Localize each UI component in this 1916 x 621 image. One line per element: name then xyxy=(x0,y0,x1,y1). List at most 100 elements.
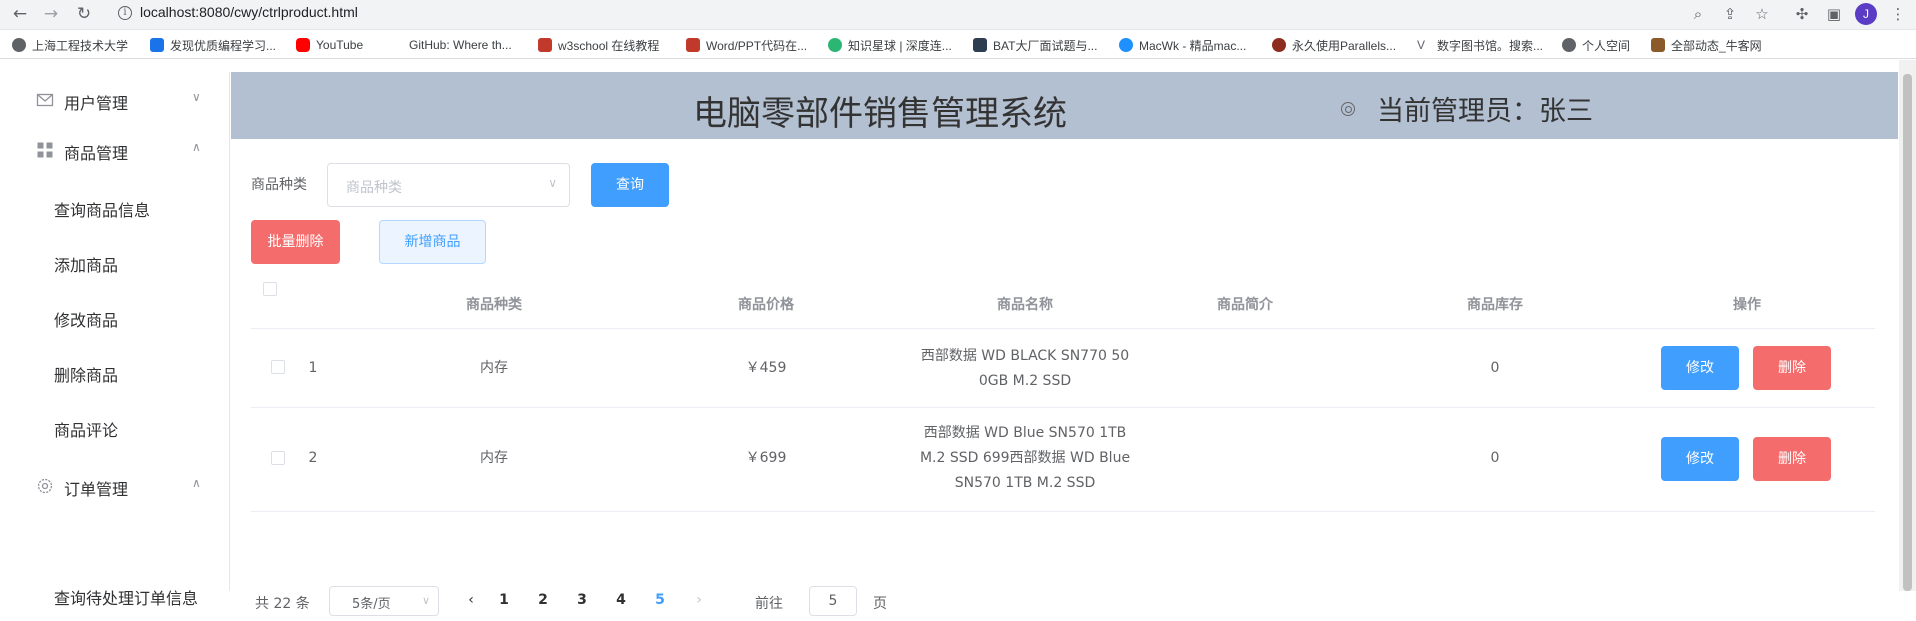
parallels-icon xyxy=(1272,38,1286,52)
menu-order-management[interactable]: 订单管理 ∧ xyxy=(8,458,230,514)
bookmark-10[interactable]: 永久使用Parallels... xyxy=(1272,37,1396,53)
bookmark-9[interactable]: MacWk - 精品mac... xyxy=(1119,37,1246,53)
bookmark-7[interactable]: 知识星球 | 深度连... xyxy=(828,37,952,53)
current-admin-label: 当前管理员：张三 xyxy=(1377,96,1593,127)
row-price: ￥699 xyxy=(745,450,787,466)
bookmark-5[interactable]: w3school 在线教程 xyxy=(538,37,659,53)
add-product-button[interactable]: 新增商品 xyxy=(379,220,486,264)
batch-delete-button[interactable]: 批量删除 xyxy=(251,220,340,264)
row-category: 内存 xyxy=(480,360,508,376)
bookmark-star-icon[interactable]: ☆ xyxy=(1752,4,1772,24)
page-3[interactable]: 3 xyxy=(572,592,592,608)
next-page-icon[interactable]: › xyxy=(689,592,709,608)
github-icon xyxy=(389,38,403,52)
query-button[interactable]: 查询 xyxy=(591,163,669,207)
globe-icon xyxy=(1562,38,1576,52)
edit-button[interactable]: 修改 xyxy=(1661,437,1739,481)
bookmark-2[interactable]: 发现优质编程学习... xyxy=(150,37,276,53)
menu-kebab-icon[interactable]: ⋮ xyxy=(1888,4,1908,24)
bookmark-3[interactable]: YouTube xyxy=(296,37,363,53)
row-name: 西部数据 WD Blue SN570 1TB M.2 SSD 699西部数据 W… xyxy=(905,421,1145,496)
sidebar-item-add-product[interactable]: 添加商品 xyxy=(8,238,230,288)
page-scrollbar-thumb[interactable] xyxy=(1903,74,1912,591)
row-stock: 0 xyxy=(1490,450,1500,466)
category-select-placeholder: 商品种类 xyxy=(346,180,402,196)
bookmark-13[interactable]: 全部动态_牛客网 xyxy=(1651,37,1762,53)
code-icon xyxy=(150,38,164,52)
page-2[interactable]: 2 xyxy=(533,592,553,608)
row-name-line: 0GB M.2 SSD xyxy=(978,373,1072,389)
menu-order-management-label: 订单管理 xyxy=(64,480,129,499)
app-root: 用户管理 ∨ 商品管理 ∧ 查询商品信息 添加商品 修改商品 删除商品 商品评论… xyxy=(0,60,1916,616)
row-name-line: SN570 1TB M.2 SSD xyxy=(954,475,1096,491)
admin-gear-icon xyxy=(1341,102,1355,116)
extensions-icon[interactable]: ✣ xyxy=(1792,4,1812,24)
sidebar-item-pending-orders[interactable]: 查询待处理订单信息 xyxy=(8,571,230,621)
menu-user-management-label: 用户管理 xyxy=(64,94,129,113)
side-panel-icon[interactable]: ▣ xyxy=(1824,4,1844,24)
sidebar-item-edit-product[interactable]: 修改商品 xyxy=(8,293,230,343)
sidebar-item-product-comments[interactable]: 商品评论 xyxy=(8,403,230,453)
table-row: 2 内存 ￥699 西部数据 WD Blue SN570 1TB M.2 SSD… xyxy=(251,408,1875,512)
bookmark-1[interactable]: 上海工程技术大学 xyxy=(12,37,128,53)
menu-product-management[interactable]: 商品管理 ∧ xyxy=(8,122,230,178)
column-header-price: 商品价格 xyxy=(738,297,794,313)
page-1[interactable]: 1 xyxy=(494,592,514,608)
bookmark-12[interactable]: 个人空间 xyxy=(1562,37,1630,53)
row-id: 1 xyxy=(308,360,318,376)
document-icon xyxy=(686,38,700,52)
bookmark-11[interactable]: V 数字图书馆。搜索... xyxy=(1417,37,1543,53)
bookmark-8[interactable]: BAT大厂面试题与... xyxy=(973,37,1097,53)
url-text[interactable]: localhost:8080/cwy/ctrlproduct.html xyxy=(140,4,358,20)
v-icon: V xyxy=(1417,38,1426,52)
row-checkbox[interactable] xyxy=(271,451,285,465)
edit-button[interactable]: 修改 xyxy=(1661,346,1739,390)
chevron-down-icon: ∨ xyxy=(548,176,557,190)
sidebar-menu: 用户管理 ∨ 商品管理 ∧ 查询商品信息 添加商品 修改商品 删除商品 商品评论… xyxy=(8,72,230,608)
column-header-category: 商品种类 xyxy=(466,297,522,313)
bookmarks-bar: 上海工程技术大学 发现优质编程学习... YouTube GitHub: Whe… xyxy=(0,31,1916,59)
row-checkbox[interactable] xyxy=(271,360,285,374)
zoom-icon[interactable]: ⌕ xyxy=(1688,4,1708,24)
browser-toolbar: ← → ↻ i localhost:8080/cwy/ctrlproduct.h… xyxy=(0,0,1916,30)
grid-icon xyxy=(37,142,53,158)
chevron-down-icon: ∨ xyxy=(192,90,201,104)
back-arrow-icon[interactable]: ← xyxy=(9,3,31,25)
site-info-icon[interactable]: i xyxy=(118,6,132,20)
select-all-checkbox[interactable] xyxy=(263,282,277,296)
bookmark-4[interactable]: GitHub: Where th... xyxy=(389,37,512,53)
page-4[interactable]: 4 xyxy=(611,592,631,608)
row-name-line: M.2 SSD 699西部数据 WD Blue xyxy=(919,450,1131,466)
row-name-line: 西部数据 WD BLACK SN770 50 xyxy=(920,348,1130,364)
planet-icon xyxy=(828,38,842,52)
table-header: 商品种类 商品价格 商品名称 商品简介 商品库存 操作 xyxy=(251,276,1875,329)
delete-button[interactable]: 删除 xyxy=(1753,437,1831,481)
bookmark-6[interactable]: Word/PPT代码在... xyxy=(686,37,807,53)
column-header-actions: 操作 xyxy=(1733,297,1761,313)
goto-prefix: 前往 xyxy=(755,596,783,612)
menu-product-management-label: 商品管理 xyxy=(64,144,129,163)
page-header: 电脑零部件销售管理系统 当前管理员：张三 xyxy=(231,72,1898,139)
mail-icon xyxy=(36,93,54,107)
row-category: 内存 xyxy=(480,450,508,466)
profile-avatar[interactable]: J xyxy=(1855,3,1877,25)
w3school-icon xyxy=(538,38,552,52)
delete-button[interactable]: 删除 xyxy=(1753,346,1831,390)
reload-icon[interactable]: ↻ xyxy=(73,3,95,25)
main-content: 商品种类 商品种类 ∨ 查询 批量删除 新增商品 商品种类 商品价格 商品名称 … xyxy=(231,139,1898,616)
row-name-line: 西部数据 WD Blue SN570 1TB xyxy=(923,425,1127,441)
menu-user-management[interactable]: 用户管理 ∨ xyxy=(8,72,230,128)
share-icon[interactable]: ⇪ xyxy=(1720,4,1740,24)
pagination-total: 共 22 条 xyxy=(255,596,310,612)
category-select[interactable]: 商品种类 ∨ xyxy=(327,163,570,207)
macwk-icon xyxy=(1119,38,1133,52)
column-header-intro: 商品简介 xyxy=(1217,297,1273,313)
forward-arrow-icon[interactable]: → xyxy=(40,3,62,25)
globe-icon xyxy=(12,38,26,52)
table-row: 1 内存 ￥459 西部数据 WD BLACK SN770 50 0GB M.2… xyxy=(251,329,1875,408)
sidebar-item-query-products[interactable]: 查询商品信息 xyxy=(8,183,230,233)
prev-page-icon[interactable]: ‹ xyxy=(461,592,481,608)
page-5[interactable]: 5 xyxy=(650,592,670,608)
sidebar-item-delete-product[interactable]: 删除商品 xyxy=(8,348,230,398)
nowcoder-icon xyxy=(1651,38,1665,52)
